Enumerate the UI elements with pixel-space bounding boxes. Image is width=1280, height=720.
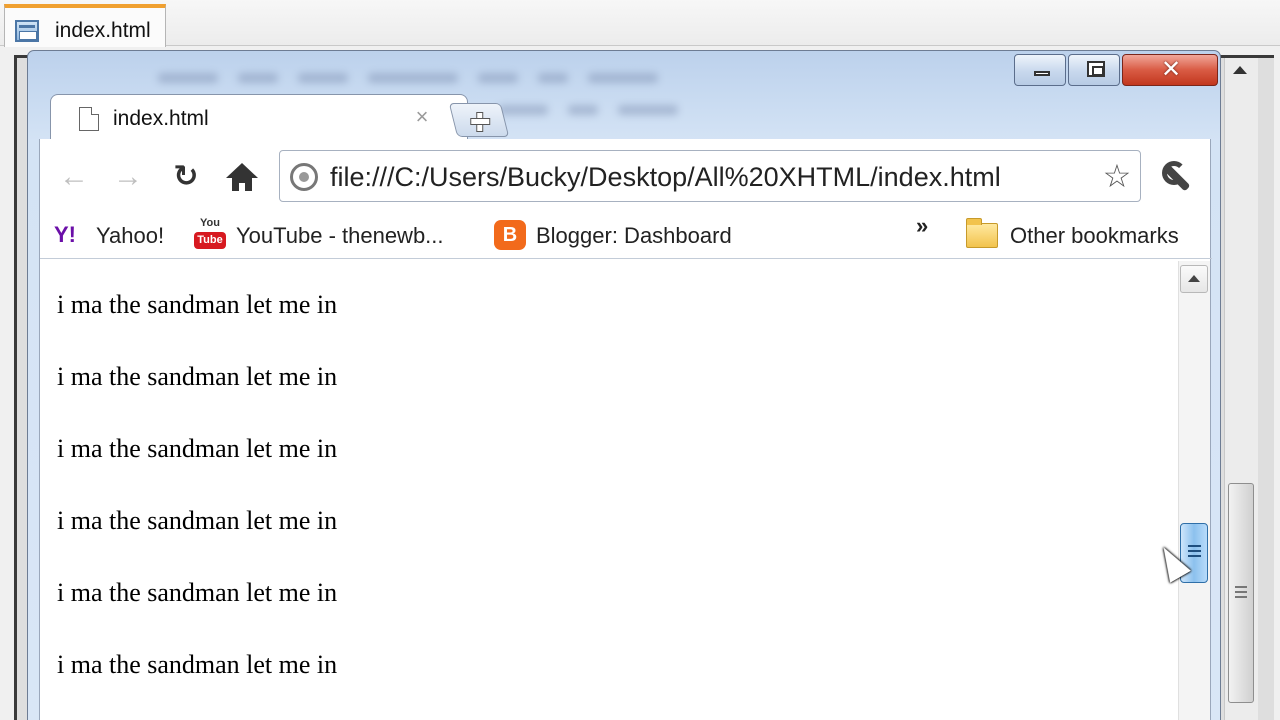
content-line: i ma the sandman let me in	[57, 434, 338, 463]
content-line: i ma the sandman let me in	[57, 290, 338, 319]
grip-icon	[1188, 545, 1201, 561]
minimize-button[interactable]	[1014, 54, 1066, 86]
content-line: i ma the sandman let me in	[57, 650, 338, 679]
content-line: i ma the sandman let me in	[57, 362, 338, 391]
grip-icon	[1235, 586, 1247, 598]
minimize-icon	[1034, 71, 1050, 76]
restore-icon	[1087, 61, 1105, 77]
tab-title: index.html	[113, 107, 209, 130]
bookmark-youtube[interactable]: You Tube YouTube - thenewb...	[194, 217, 474, 251]
bookmark-star-icon[interactable]: ☆	[1098, 157, 1136, 195]
scroll-up-button[interactable]	[1180, 265, 1208, 293]
bookmarks-bar: Y! Yahoo! You Tube YouTube - thenewb... …	[40, 211, 1212, 259]
bookmark-yahoo[interactable]: Y! Yahoo!	[54, 220, 174, 250]
bookmark-blogger[interactable]: Blogger: Dashboard	[494, 220, 764, 250]
content-text-block: i ma the sandman let me in i ma the sand…	[57, 287, 337, 719]
close-window-button[interactable]: ✕	[1122, 54, 1218, 86]
browser-window: ✕ index.html × ← → ↻ file:///C:/Users/Bu…	[27, 50, 1221, 720]
url-text[interactable]: file:///C:/Users/Bucky/Desktop/All%20XHT…	[330, 162, 1001, 193]
home-shape	[226, 163, 258, 193]
page-scrollbar[interactable]	[1178, 261, 1210, 720]
plus-icon	[468, 110, 490, 132]
youtube-icon: You Tube	[194, 217, 226, 251]
editor-scrollbar[interactable]	[1224, 58, 1258, 720]
bookmark-label: Blogger: Dashboard	[536, 223, 732, 248]
yahoo-icon: Y!	[54, 222, 76, 247]
blogger-icon	[494, 220, 526, 250]
wrench-icon[interactable]	[1158, 159, 1196, 197]
reload-icon[interactable]: ↻	[166, 161, 206, 193]
folder-icon	[966, 218, 998, 248]
editor-tab-index[interactable]: index.html	[4, 4, 166, 47]
new-tab-button[interactable]	[448, 103, 510, 137]
scroll-up-arrow-icon[interactable]	[1233, 66, 1247, 74]
bookmark-label: Yahoo!	[96, 223, 165, 248]
browser-toolbar: ← → ↻ file:///C:/Users/Bucky/Desktop/All…	[39, 139, 1212, 261]
close-icon: ✕	[1160, 56, 1182, 83]
content-line: i ma the sandman let me in	[57, 506, 338, 535]
globe-icon	[290, 163, 318, 191]
editor-scroll-thumb[interactable]	[1228, 483, 1254, 703]
home-icon[interactable]	[222, 161, 262, 193]
editor-tab-bar: index.html	[0, 0, 1280, 47]
window-controls: ✕	[1014, 51, 1218, 89]
editor-tab-label: index.html	[55, 19, 151, 42]
other-bookmarks-label: Other bookmarks	[1010, 223, 1179, 248]
content-line: i ma the sandman let me in	[57, 578, 338, 607]
other-bookmarks-folder[interactable]: Other bookmarks	[966, 218, 1206, 250]
back-arrow-icon[interactable]: ←	[54, 161, 94, 193]
page-content: i ma the sandman let me in i ma the sand…	[39, 261, 1211, 720]
tab-close-icon[interactable]: ×	[409, 104, 435, 130]
more-bookmarks-chevron-icon[interactable]: »	[916, 213, 940, 241]
maximize-button[interactable]	[1068, 54, 1120, 86]
tab-index-html[interactable]: index.html ×	[50, 94, 468, 140]
save-file-icon	[15, 20, 39, 42]
forward-arrow-icon[interactable]: →	[108, 161, 148, 193]
page-icon	[79, 107, 99, 131]
bookmark-label: YouTube - thenewb...	[236, 223, 444, 248]
address-bar[interactable]: file:///C:/Users/Bucky/Desktop/All%20XHT…	[279, 150, 1141, 202]
